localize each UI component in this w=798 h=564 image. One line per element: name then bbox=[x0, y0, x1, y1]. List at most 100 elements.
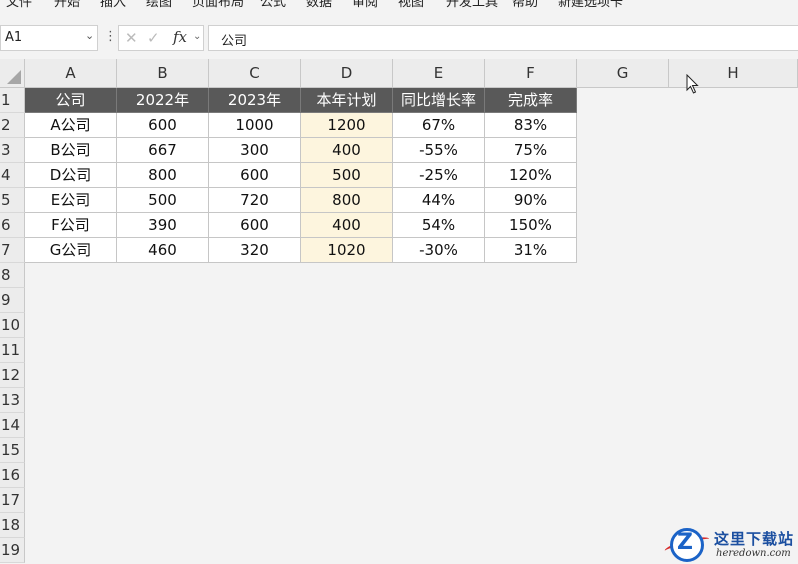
table-cell[interactable]: 31% bbox=[485, 238, 577, 263]
ribbon-tab[interactable]: 新建选项卡 bbox=[558, 0, 623, 10]
name-box[interactable]: A1 ⌄ bbox=[0, 25, 98, 51]
column-header-f[interactable]: F bbox=[485, 59, 577, 88]
table-cell[interactable]: G公司 bbox=[25, 238, 117, 263]
ribbon-tab[interactable]: 帮助 bbox=[512, 0, 538, 10]
ribbon-tab[interactable]: 页面布局 bbox=[192, 0, 244, 10]
table-cell[interactable]: 1020 bbox=[301, 238, 393, 263]
table-cell[interactable]: -30% bbox=[393, 238, 485, 263]
row-header-1[interactable]: 1 bbox=[0, 88, 25, 113]
ribbon-tab[interactable]: 审阅 bbox=[352, 0, 378, 10]
table-cell[interactable]: 800 bbox=[117, 163, 209, 188]
table-cell[interactable]: 400 bbox=[301, 213, 393, 238]
row-header-10[interactable]: 10 bbox=[0, 313, 25, 338]
row-header-4[interactable]: 4 bbox=[0, 163, 25, 188]
formula-buttons: ✕ ✓ fx ⌄ bbox=[118, 25, 204, 51]
spreadsheet-grid[interactable]: A B C D E F G H 1 2 3 4 5 6 7 8 9 10 11 12 13 14 15 16 17 18 19 公司 2… bbox=[0, 54, 798, 564]
column-header-e[interactable]: E bbox=[393, 59, 485, 88]
table-cell[interactable]: 44% bbox=[393, 188, 485, 213]
watermark-url: heredown.com bbox=[716, 548, 791, 559]
watermark-title: 这里下载站 bbox=[714, 530, 795, 548]
row-header-5[interactable]: 5 bbox=[0, 188, 25, 213]
table-cell[interactable]: 120% bbox=[485, 163, 577, 188]
table-cell[interactable]: E公司 bbox=[25, 188, 117, 213]
watermark-logo: Z 这里下载站 heredown.com bbox=[663, 526, 798, 564]
row-header-12[interactable]: 12 bbox=[0, 363, 25, 388]
ribbon-tab[interactable]: 插入 bbox=[100, 0, 126, 10]
ribbon-tab[interactable]: 文件 bbox=[6, 0, 32, 10]
table-header-cell[interactable]: 2022年 bbox=[117, 88, 209, 113]
row-header-13[interactable]: 13 bbox=[0, 388, 25, 413]
table-cell[interactable]: D公司 bbox=[25, 163, 117, 188]
table-cell[interactable]: 500 bbox=[301, 163, 393, 188]
row-header-9[interactable]: 9 bbox=[0, 288, 25, 313]
table-cell[interactable]: 600 bbox=[117, 113, 209, 138]
mouse-cursor-icon bbox=[686, 74, 699, 94]
row-header-14[interactable]: 14 bbox=[0, 413, 25, 438]
row-header-7[interactable]: 7 bbox=[0, 238, 25, 263]
chevron-down-icon[interactable]: ⌄ bbox=[85, 29, 94, 42]
table-cell[interactable]: 720 bbox=[209, 188, 301, 213]
table-cell[interactable]: B公司 bbox=[25, 138, 117, 163]
row-header-6[interactable]: 6 bbox=[0, 213, 25, 238]
table-cell[interactable]: 83% bbox=[485, 113, 577, 138]
formula-bar: A1 ⌄ ⋮ ✕ ✓ fx ⌄ 公司 bbox=[0, 22, 798, 54]
table-cell[interactable]: 1000 bbox=[209, 113, 301, 138]
table-header-cell[interactable]: 公司 bbox=[25, 88, 117, 113]
row-header-3[interactable]: 3 bbox=[0, 138, 25, 163]
column-header-b[interactable]: B bbox=[117, 59, 209, 88]
table-cell[interactable]: 600 bbox=[209, 163, 301, 188]
table-cell[interactable]: 460 bbox=[117, 238, 209, 263]
table-cell[interactable]: 67% bbox=[393, 113, 485, 138]
table-cell[interactable]: 1200 bbox=[301, 113, 393, 138]
column-header-c[interactable]: C bbox=[209, 59, 301, 88]
ribbon-tab[interactable]: 视图 bbox=[398, 0, 424, 10]
table-header-cell[interactable]: 2023年 bbox=[209, 88, 301, 113]
row-header-18[interactable]: 18 bbox=[0, 513, 25, 538]
row-header-11[interactable]: 11 bbox=[0, 338, 25, 363]
row-header-16[interactable]: 16 bbox=[0, 463, 25, 488]
table-cell[interactable]: 300 bbox=[209, 138, 301, 163]
name-box-value: A1 bbox=[5, 30, 23, 45]
select-all-icon bbox=[7, 70, 21, 84]
column-header-d[interactable]: D bbox=[301, 59, 393, 88]
table-cell[interactable]: 800 bbox=[301, 188, 393, 213]
table-header-cell[interactable]: 本年计划 bbox=[301, 88, 393, 113]
formula-input[interactable]: 公司 bbox=[208, 25, 798, 51]
ribbon-tab[interactable]: 数据 bbox=[306, 0, 332, 10]
table-cell[interactable]: 667 bbox=[117, 138, 209, 163]
more-vertical-icon[interactable]: ⋮ bbox=[104, 29, 117, 44]
row-header-17[interactable]: 17 bbox=[0, 488, 25, 513]
row-header-8[interactable]: 8 bbox=[0, 263, 25, 288]
table-cell[interactable]: 500 bbox=[117, 188, 209, 213]
table-cell[interactable]: A公司 bbox=[25, 113, 117, 138]
table-header-cell[interactable]: 同比增长率 bbox=[393, 88, 485, 113]
ribbon-tab[interactable]: 开发工具 bbox=[446, 0, 498, 10]
table-header-cell[interactable]: 完成率 bbox=[485, 88, 577, 113]
table-cell[interactable]: 54% bbox=[393, 213, 485, 238]
ribbon-tab[interactable]: 开始 bbox=[54, 0, 80, 10]
ribbon-tabs: 文件 开始 插入 绘图 页面布局 公式 数据 审阅 视图 开发工具 帮助 新建选项卡 bbox=[0, 0, 798, 22]
row-header-15[interactable]: 15 bbox=[0, 438, 25, 463]
table-cell[interactable]: F公司 bbox=[25, 213, 117, 238]
table-cell[interactable]: -55% bbox=[393, 138, 485, 163]
table-cell[interactable]: 75% bbox=[485, 138, 577, 163]
column-header-g[interactable]: G bbox=[577, 59, 669, 88]
chevron-down-icon[interactable]: ⌄ bbox=[193, 31, 201, 42]
ribbon-tab[interactable]: 公式 bbox=[260, 0, 286, 10]
column-header-a[interactable]: A bbox=[25, 59, 117, 88]
table-cell[interactable]: 390 bbox=[117, 213, 209, 238]
select-all-button[interactable] bbox=[0, 59, 25, 88]
table-cell[interactable]: 150% bbox=[485, 213, 577, 238]
cancel-icon[interactable]: ✕ bbox=[125, 29, 138, 47]
table-cell[interactable]: 400 bbox=[301, 138, 393, 163]
table-cell[interactable]: 320 bbox=[209, 238, 301, 263]
confirm-icon[interactable]: ✓ bbox=[147, 29, 160, 47]
table-cell[interactable]: 600 bbox=[209, 213, 301, 238]
logo-z-icon: Z bbox=[677, 530, 693, 555]
row-header-2[interactable]: 2 bbox=[0, 113, 25, 138]
row-header-19[interactable]: 19 bbox=[0, 538, 25, 563]
insert-function-icon[interactable]: fx bbox=[173, 28, 187, 46]
ribbon-tab[interactable]: 绘图 bbox=[146, 0, 172, 10]
table-cell[interactable]: -25% bbox=[393, 163, 485, 188]
table-cell[interactable]: 90% bbox=[485, 188, 577, 213]
